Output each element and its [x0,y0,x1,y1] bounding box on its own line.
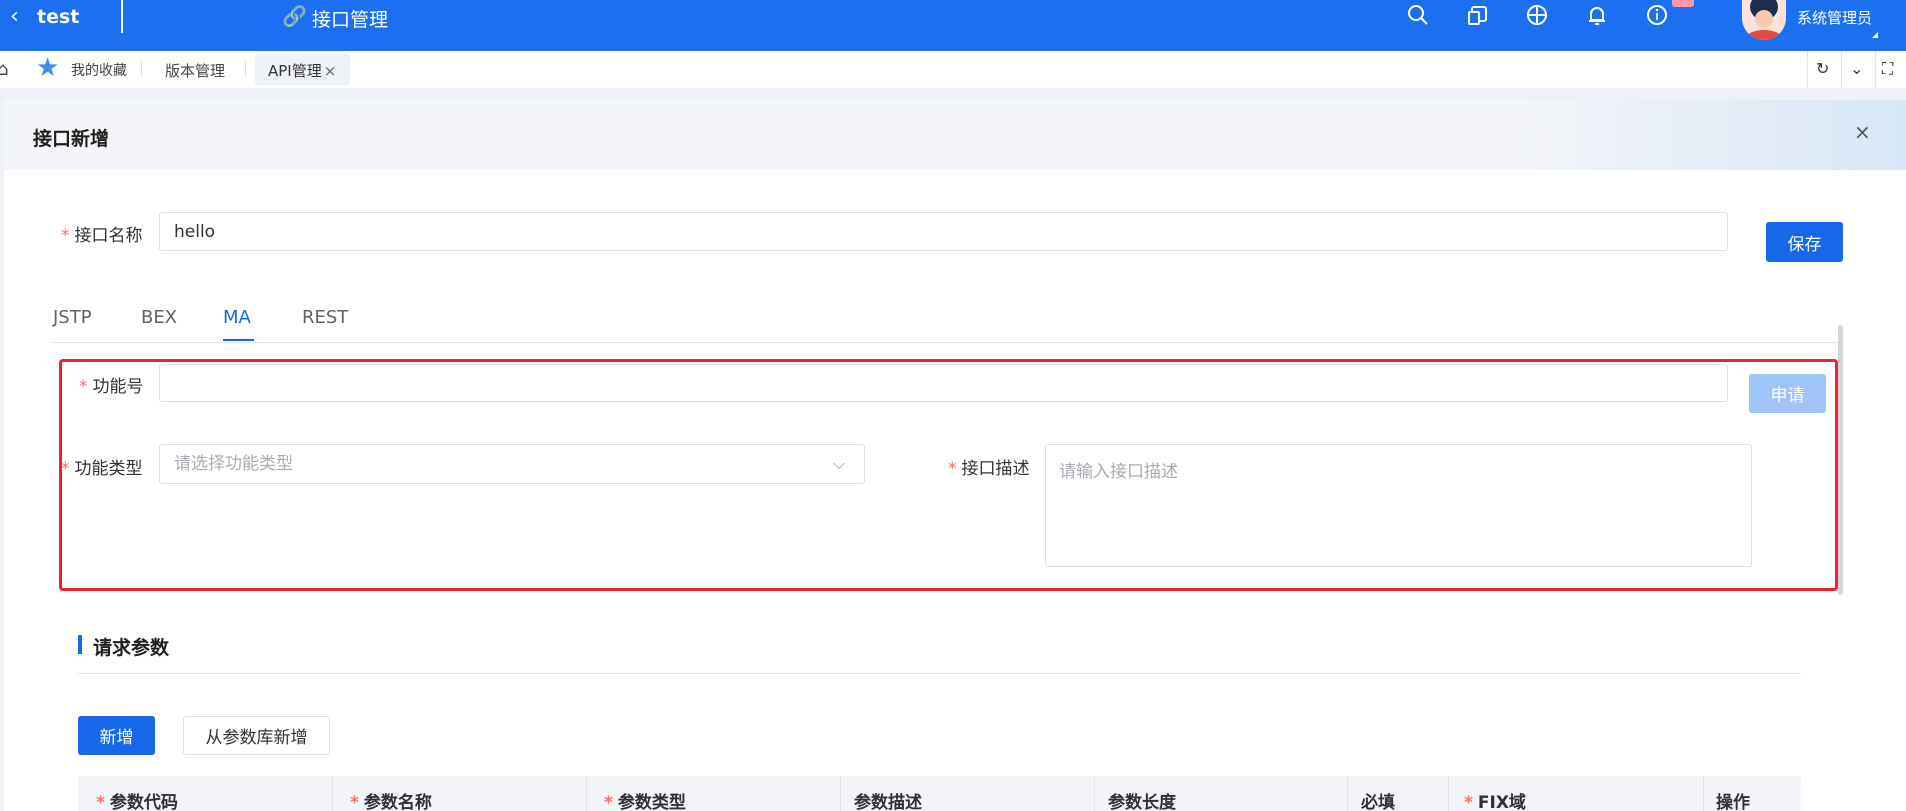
save-button[interactable]: 保存 [1766,222,1843,262]
column-separator [586,776,587,811]
description-textarea[interactable] [1045,444,1752,567]
required-mark: * [350,793,359,811]
tab-bex[interactable]: BEX [141,307,177,328]
required-mark: * [96,793,105,811]
required-mark: * [61,226,70,246]
column-header: * 参数代码 [96,788,178,811]
tab-jstp[interactable]: JSTP [53,307,92,328]
user-menu-corner-icon[interactable] [1872,32,1878,38]
tabs-divider [52,342,1842,343]
column-header: 必填 [1361,793,1395,811]
copy-icon[interactable] [1467,4,1489,32]
tab-api-management-label: API管理 [268,62,322,80]
star-icon[interactable]: ★ [36,54,59,82]
request-params-title: 请求参数 [93,637,170,659]
column-header: * 参数类型 [604,788,686,811]
toolbar-separator [1841,51,1842,88]
search-icon[interactable] [1407,4,1429,32]
tab-version-management[interactable]: 版本管理 [165,60,225,81]
tab-bar: ⌂ ★ 我的收藏 版本管理 API管理 × ↻ ⌄ ⛶ [0,51,1906,88]
required-mark: * [61,459,70,479]
column-separator [332,776,333,811]
add-param-button[interactable]: 新增 [78,716,155,755]
close-icon[interactable]: × [324,62,337,80]
interface-name-input[interactable] [159,212,1728,251]
tab-ma[interactable]: MA [223,307,251,328]
column-header-label: 参数代码 [109,793,178,811]
section-divider [78,673,1801,674]
chevron-down-icon[interactable]: ⌵ [833,454,845,474]
tab-api-management[interactable]: API管理 × [255,54,350,85]
required-mark: * [79,377,88,397]
close-icon[interactable]: × [1854,120,1871,144]
column-separator [840,776,841,811]
function-type-select[interactable] [159,444,865,484]
top-header: ‹ test 🔗 接口管理 系统管理员 [0,0,1906,51]
name-label: * 接口名称 [61,221,143,246]
column-separator [1347,776,1348,811]
tab-rest[interactable]: REST [302,307,348,328]
required-mark: * [948,459,957,479]
column-separator [1703,776,1704,811]
function-type-label: * 功能类型 [61,454,143,479]
favorites-link[interactable]: 我的收藏 [71,60,127,80]
notification-badge [1672,0,1694,7]
toolbar-separator [1875,51,1876,88]
home-icon[interactable]: ⌂ [0,59,8,80]
bell-icon[interactable] [1586,4,1608,32]
link-icon: 🔗 [282,4,307,28]
tab-separator [245,61,246,77]
function-type-label-text: 功能类型 [74,459,143,479]
fullscreen-icon[interactable]: ⛶ [1882,59,1893,79]
toolbar-separator [1807,51,1808,88]
chevron-left-icon[interactable]: ‹ [10,6,19,28]
scrollbar[interactable] [1838,325,1843,595]
header-divider [121,0,123,33]
panel-header: 接口新增 × [4,100,1906,170]
description-label-text: 接口描述 [961,459,1030,479]
column-header-label: 参数类型 [617,793,686,811]
function-number-label-text: 功能号 [92,377,144,397]
column-separator [1094,776,1095,811]
add-from-library-button[interactable]: 从参数库新增 [183,716,330,755]
column-separator [1448,776,1449,811]
column-header: 操作 [1716,793,1750,811]
column-header: 参数长度 [1108,793,1176,811]
section-marker [78,635,82,654]
info-icon[interactable] [1646,4,1668,32]
active-tab-indicator [223,339,254,341]
params-table-header: * 参数代码 * 参数名称 * 参数类型 参数描述 参数长度 必填 * FIX域 操作 [78,776,1801,811]
module-title: 接口管理 [312,9,389,31]
column-header-label: 参数名称 [363,793,432,811]
function-number-input[interactable] [159,364,1728,402]
apply-button[interactable]: 申请 [1749,374,1826,413]
app-name[interactable]: test [37,6,79,28]
globe-icon[interactable] [1526,4,1548,32]
column-header: * FIX域 [1464,788,1526,811]
required-mark: * [1464,793,1473,811]
chevron-down-icon[interactable]: ⌄ [1850,59,1863,78]
tab-separator [141,61,142,77]
column-header: 参数描述 [854,793,922,811]
page-title: 接口新增 [33,128,110,150]
user-name[interactable]: 系统管理员 [1797,7,1872,28]
function-number-label: * 功能号 [79,372,144,397]
required-mark: * [604,793,613,811]
column-header: * 参数名称 [350,788,432,811]
name-label-text: 接口名称 [74,226,143,246]
refresh-icon[interactable]: ↻ [1816,59,1829,78]
avatar[interactable] [1742,0,1786,40]
column-header-label: FIX域 [1477,793,1526,811]
description-label: * 接口描述 [948,454,1030,479]
